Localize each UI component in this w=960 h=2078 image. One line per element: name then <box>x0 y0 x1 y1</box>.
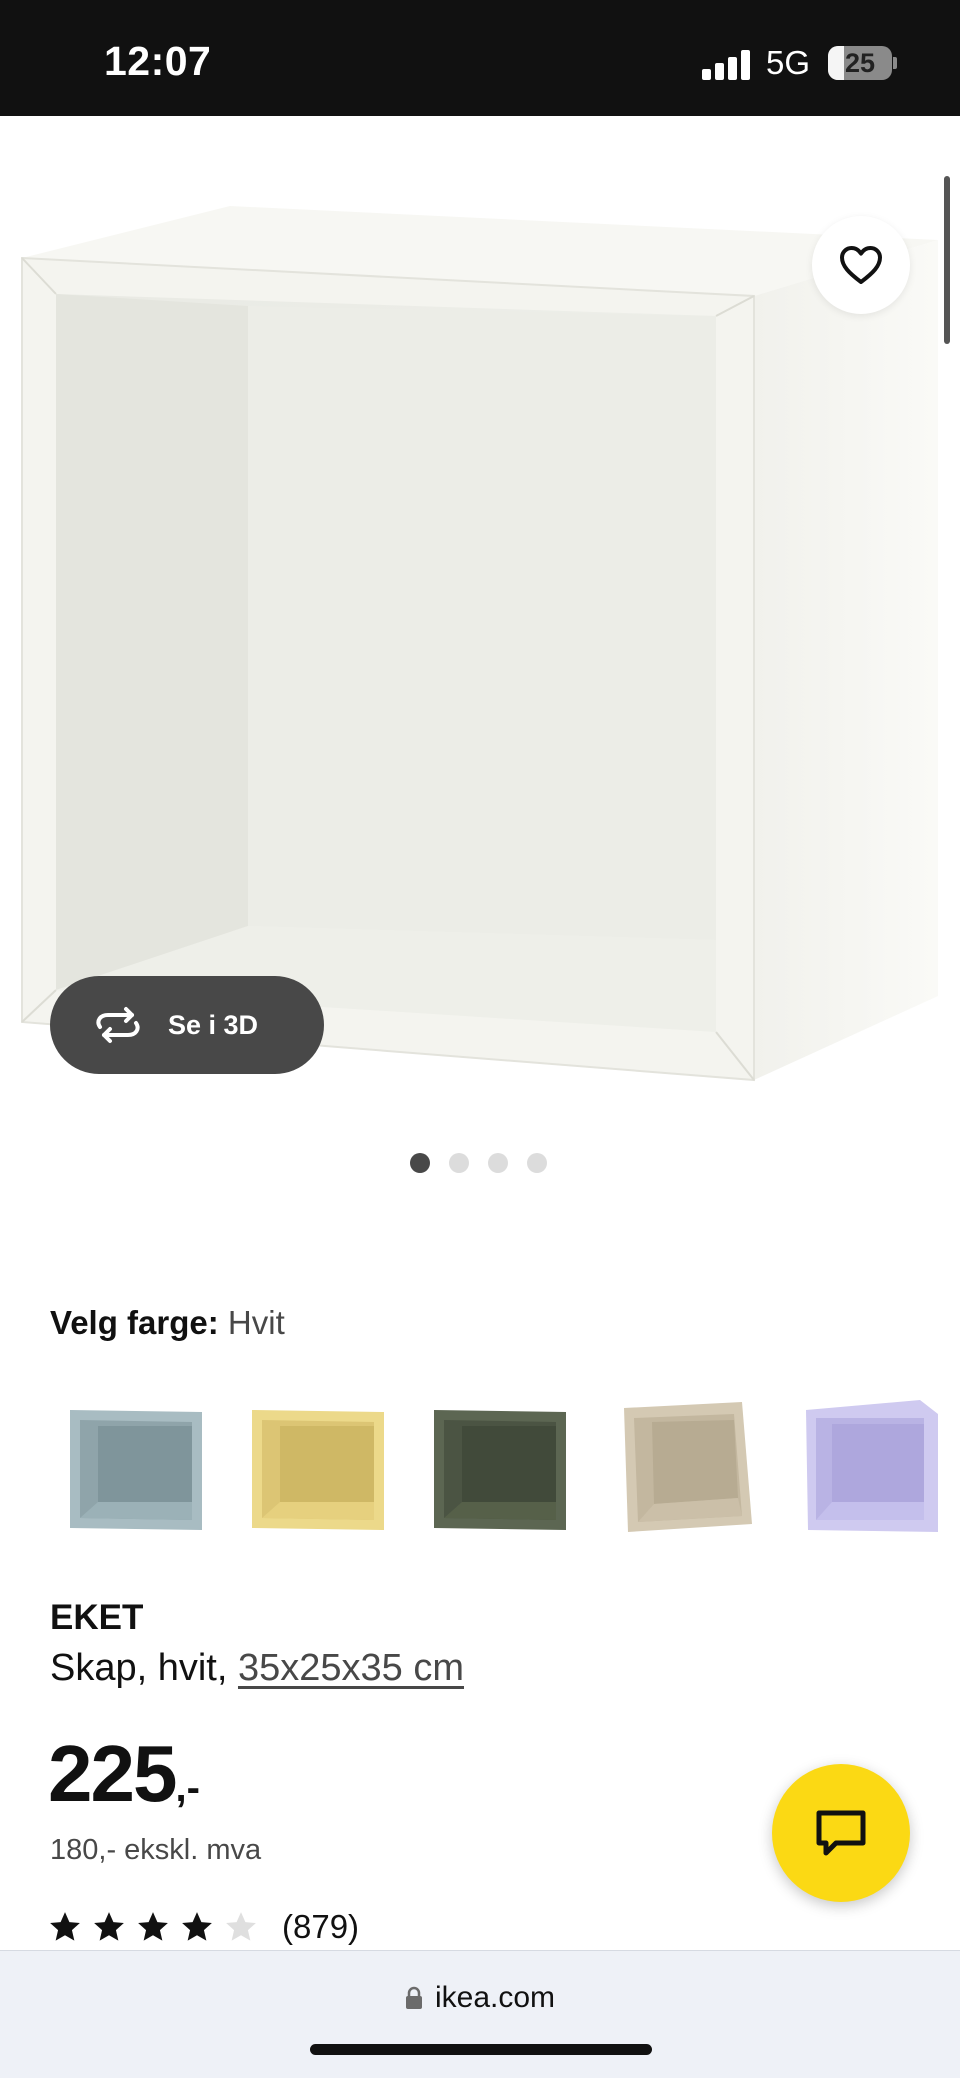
status-time: 12:07 <box>104 38 212 84</box>
battery-tip <box>893 57 897 69</box>
product-size-link[interactable]: 35x25x35 cm <box>238 1647 464 1689</box>
carousel-dot[interactable] <box>488 1153 508 1173</box>
review-count: (879) <box>282 1908 360 1945</box>
star-icon <box>94 1912 124 1941</box>
scrollbar-thumb[interactable] <box>944 176 950 344</box>
see-in-3d-label: Se i 3D <box>168 1009 259 1040</box>
product-name: EKET <box>50 1598 144 1637</box>
star-icon <box>182 1912 212 1941</box>
swatch-blue-grey[interactable] <box>64 1392 214 1542</box>
color-label: Velg farge: <box>50 1304 219 1341</box>
swatch-yellow[interactable] <box>246 1392 396 1542</box>
url-text: ikea.com <box>434 1981 556 2014</box>
url-display[interactable]: ikea.com <box>0 1981 960 2015</box>
carousel-dot[interactable] <box>410 1153 430 1173</box>
price-main: 225 <box>48 1729 177 1818</box>
product-description: Skap, hvit, 35x25x35 cm <box>50 1647 464 1690</box>
status-bar: 12:07 5G 25 <box>0 0 960 116</box>
network-type: 5G <box>766 44 811 81</box>
color-swatches <box>50 1392 960 1542</box>
battery-icon: 25 <box>828 46 892 80</box>
lock-icon <box>405 1986 422 2009</box>
product-description-text: Skap, hvit, <box>50 1647 238 1689</box>
selected-color: Hvit <box>227 1304 285 1341</box>
price-ex-vat: 180,- ekskl. mva <box>50 1834 262 1866</box>
chat-bubble-icon <box>816 1810 866 1856</box>
product-price: 225,- <box>48 1728 200 1820</box>
price-suffix: ,- <box>175 1766 200 1810</box>
browser-url-bar[interactable]: ikea.com <box>0 1950 960 2078</box>
carousel-dot[interactable] <box>527 1153 547 1173</box>
star-empty-icon <box>226 1912 256 1941</box>
star-icon <box>50 1912 80 1941</box>
color-heading: Velg farge: Hvit <box>50 1304 285 1342</box>
heart-icon <box>840 246 882 284</box>
swatch-beige[interactable] <box>614 1392 764 1542</box>
battery-percent: 25 <box>844 48 876 78</box>
see-in-3d-button[interactable]: Se i 3D <box>50 976 324 1074</box>
rotate-3d-icon <box>96 1007 140 1043</box>
star-icon <box>138 1912 168 1941</box>
product-rating[interactable]: (879) <box>48 1908 359 1946</box>
home-indicator[interactable] <box>310 2044 652 2055</box>
carousel-dot[interactable] <box>449 1153 469 1173</box>
swatch-lilac[interactable] <box>800 1392 950 1542</box>
favorite-button[interactable] <box>812 216 910 314</box>
carousel-dots <box>410 1153 547 1173</box>
swatch-dark-green[interactable] <box>428 1392 578 1542</box>
signal-icon <box>702 50 750 80</box>
chat-button[interactable] <box>772 1764 910 1902</box>
